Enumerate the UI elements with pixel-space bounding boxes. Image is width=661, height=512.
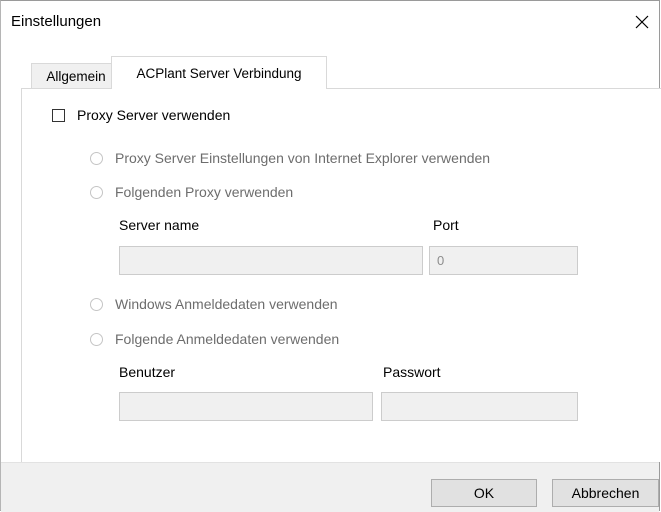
radio-ie-proxy-label: Proxy Server Einstellungen von Internet … (115, 150, 491, 166)
tab-allgemein[interactable]: Allgemein (31, 63, 121, 89)
radio-custom-credentials-label: Folgende Anmeldedaten verwenden (115, 331, 340, 347)
title-bar: Einstellungen (1, 1, 659, 45)
radio-row-windows-credentials[interactable]: Windows Anmeldedaten verwenden (90, 296, 338, 312)
radio-row-custom-proxy[interactable]: Folgenden Proxy verwenden (90, 184, 293, 200)
radio-custom-proxy[interactable] (90, 185, 103, 199)
user-label: Benutzer (119, 364, 176, 380)
use-proxy-checkbox[interactable] (52, 108, 65, 122)
button-bar: OK Abbrechen (1, 462, 659, 512)
password-label: Passwort (383, 364, 441, 380)
radio-ie-proxy[interactable] (90, 151, 103, 165)
close-icon (635, 15, 649, 29)
radio-custom-proxy-label: Folgenden Proxy verwenden (115, 184, 294, 200)
port-label: Port (433, 217, 459, 233)
radio-custom-credentials[interactable] (90, 332, 103, 346)
radio-row-custom-credentials[interactable]: Folgende Anmeldedaten verwenden (90, 331, 339, 347)
server-name-input[interactable] (119, 246, 423, 275)
radio-row-ie-proxy[interactable]: Proxy Server Einstellungen von Internet … (90, 150, 490, 166)
user-input[interactable] (119, 392, 373, 421)
dialog-title: Einstellungen (11, 13, 102, 30)
close-button[interactable] (627, 7, 657, 37)
tab-acplant-server-verbindung[interactable]: ACPlant Server Verbindung (111, 56, 327, 89)
use-proxy-label: Proxy Server verwenden (77, 107, 231, 123)
cancel-button[interactable]: Abbrechen (552, 479, 659, 507)
server-name-label: Server name (119, 217, 200, 233)
use-proxy-row[interactable]: Proxy Server verwenden (52, 107, 230, 123)
settings-dialog: Einstellungen Allgemein ACPlant Server V… (0, 0, 661, 512)
radio-windows-credentials[interactable] (90, 297, 103, 311)
password-input[interactable] (381, 392, 578, 421)
ok-button[interactable]: OK (431, 479, 537, 507)
port-input[interactable]: 0 (429, 246, 578, 275)
radio-windows-credentials-label: Windows Anmeldedaten verwenden (115, 296, 338, 312)
